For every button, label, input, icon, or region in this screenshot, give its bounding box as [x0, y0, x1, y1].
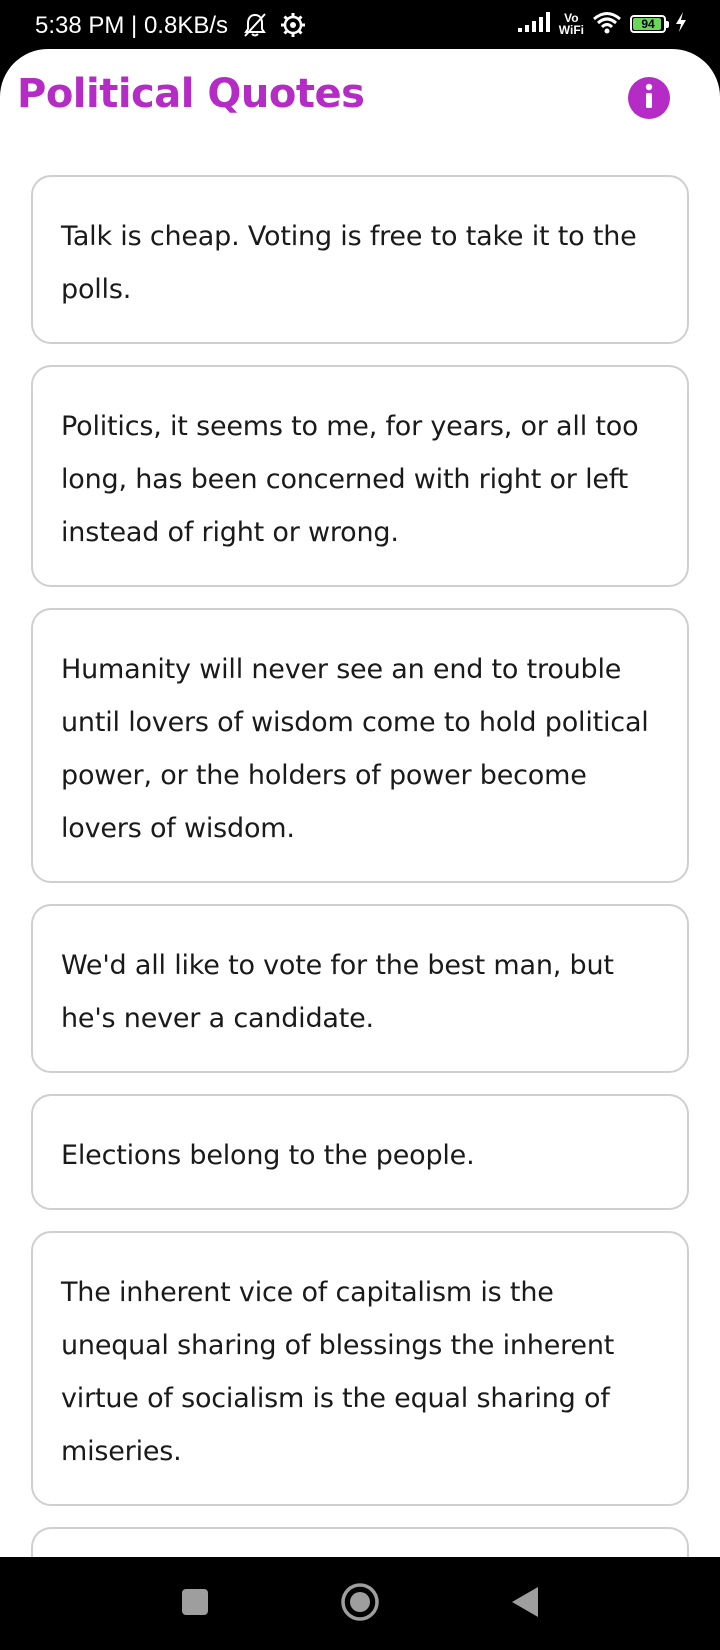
recents-square-icon	[180, 1587, 210, 1621]
quote-card[interactable]: The inherent vice of capitalism is the u…	[31, 1231, 689, 1506]
home-button[interactable]	[335, 1557, 385, 1650]
battery-icon: 94	[630, 15, 669, 33]
battery-nub	[666, 21, 669, 28]
signal-icon	[517, 11, 551, 37]
quote-text: Politics, it seems to me, for years, or …	[61, 411, 639, 548]
quote-text: The inherent vice of capitalism is the u…	[61, 1277, 615, 1467]
quote-card[interactable]: Elections belong to the people.	[31, 1094, 689, 1210]
back-triangle-icon	[510, 1585, 540, 1623]
quote-card[interactable]: Talk is cheap. Voting is free to take it…	[31, 175, 689, 344]
settings-gear-icon	[279, 11, 307, 43]
quote-card[interactable]: Politics, it seems to me, for years, or …	[31, 365, 689, 587]
quote-text: Humanity will never see an end to troubl…	[61, 654, 649, 844]
home-circle-icon	[340, 1582, 380, 1626]
quote-text: Talk is cheap. Voting is free to take it…	[61, 221, 637, 305]
mute-bell-icon	[241, 11, 269, 43]
recents-button[interactable]	[170, 1557, 220, 1650]
quote-text: We'd all like to vote for the best man, …	[61, 950, 614, 1034]
status-bar: 5:38 PM | 0.8KB/s Vo WiFi 94	[0, 0, 720, 50]
quote-card-partial[interactable]	[31, 1527, 689, 1557]
vowifi-bottom: WiFi	[558, 23, 584, 37]
vowifi-label: Vo WiFi	[559, 12, 584, 36]
app-screen: Political Quotes Talk is cheap. Voting i…	[0, 49, 720, 1557]
battery-level: 94	[641, 17, 655, 31]
info-button[interactable]	[628, 77, 670, 119]
quote-list: Talk is cheap. Voting is free to take it…	[31, 175, 689, 1557]
quote-card[interactable]: We'd all like to vote for the best man, …	[31, 904, 689, 1073]
status-icons-right: Vo WiFi 94	[517, 10, 688, 38]
back-button[interactable]	[500, 1557, 550, 1650]
quote-card[interactable]: Humanity will never see an end to troubl…	[31, 608, 689, 883]
charging-bolt-icon	[674, 11, 688, 37]
quote-text: Elections belong to the people.	[61, 1140, 475, 1171]
status-time-speed: 5:38 PM | 0.8KB/s	[35, 12, 228, 39]
page-title: Political Quotes	[17, 71, 365, 117]
status-icons-left	[241, 11, 307, 43]
info-icon	[628, 75, 670, 121]
navigation-bar	[0, 1557, 720, 1650]
wifi-icon	[592, 10, 622, 38]
